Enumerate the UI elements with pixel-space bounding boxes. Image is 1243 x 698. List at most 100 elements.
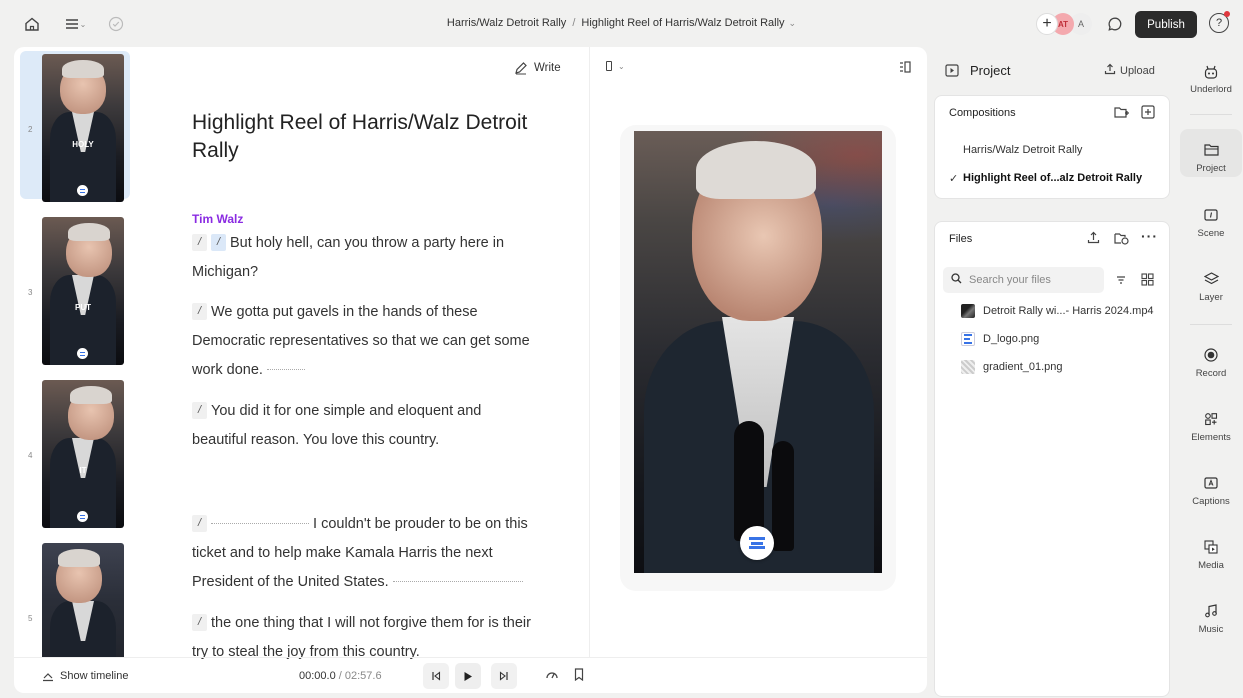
elements-icon	[1180, 412, 1242, 428]
pause-marker	[266, 369, 305, 370]
captions-icon	[1180, 476, 1242, 492]
scene-break-marker[interactable]: /	[192, 515, 207, 532]
scene-break-marker[interactable]: /	[192, 303, 207, 320]
breadcrumb-current[interactable]: Highlight Reel of Harris/Walz Detroit Ra…	[581, 17, 784, 29]
scene-caption: HOLY	[72, 140, 94, 149]
more-options-icon[interactable]: ···	[1141, 228, 1158, 244]
scene-break-marker[interactable]: /	[192, 614, 207, 631]
file-item[interactable]: D_logo.png	[961, 332, 1039, 346]
grid-view-icon[interactable]	[1141, 273, 1154, 286]
robot-icon	[1180, 64, 1242, 80]
scene-thumbnail[interactable]: HOLY	[42, 54, 124, 202]
file-name: D_logo.png	[983, 333, 1040, 345]
show-timeline-button[interactable]: Show timeline	[42, 670, 128, 682]
scene-break-marker[interactable]: /	[192, 402, 207, 419]
rail-divider	[1190, 324, 1232, 325]
chevron-down-icon[interactable]: ⌄	[789, 18, 797, 28]
portrait-icon	[606, 61, 612, 71]
timeline-icon	[43, 673, 53, 682]
compositions-card: Compositions Harris/Walz Detroit Rally ✓…	[934, 95, 1170, 199]
rail-captions[interactable]: Captions	[1180, 476, 1242, 507]
files-card: Files ··· Search your files Detroit Rall…	[934, 221, 1170, 697]
comment-icon[interactable]	[1103, 12, 1127, 36]
script-paragraph[interactable]: / We gotta put gavels in the hands of the…	[192, 298, 537, 385]
write-button[interactable]: Write	[514, 61, 561, 75]
video-preview[interactable]	[634, 131, 882, 573]
upload-button[interactable]: Upload	[1104, 63, 1155, 77]
rail-project[interactable]: Project	[1180, 129, 1242, 177]
scene-break-marker[interactable]: /	[211, 234, 226, 251]
rail-underlord[interactable]: Underlord	[1180, 64, 1242, 95]
paragraph-text: We gotta put gavels in the hands of thes…	[192, 304, 530, 378]
rail-label: Project	[1196, 163, 1226, 174]
add-folder-icon[interactable]	[1114, 231, 1129, 245]
speaker-label[interactable]: Tim Walz	[192, 212, 243, 226]
rail-label: Elements	[1191, 432, 1231, 443]
compositions-title: Compositions	[949, 107, 1016, 119]
folder-icon	[1180, 143, 1242, 159]
rail-media[interactable]: Media	[1180, 540, 1242, 571]
pen-icon	[515, 62, 527, 75]
composition-item-selected[interactable]: Highlight Reel of...alz Detroit Rally	[963, 172, 1142, 184]
project-header: Project Upload	[942, 60, 1170, 82]
speed-icon[interactable]	[545, 668, 559, 683]
rail-scene[interactable]: Scene	[1180, 208, 1242, 239]
scene-caption: PUT	[75, 303, 91, 312]
add-collaborator-icon[interactable]: +	[1036, 13, 1058, 35]
upload-icon[interactable]	[1087, 231, 1100, 244]
layout-toggle-icon[interactable]	[899, 61, 911, 73]
total-time: 02:57.6	[344, 670, 382, 682]
scene-icon	[1180, 208, 1242, 224]
top-bar: ⌄ Harris/Walz Detroit Rally / Highlight Re…	[0, 0, 1243, 48]
scene-item[interactable]: 5	[20, 540, 130, 657]
current-time: 00:00.0	[299, 670, 336, 682]
search-input[interactable]: Search your files	[943, 267, 1104, 293]
rail-record[interactable]: Record	[1180, 348, 1242, 379]
bookmark-icon[interactable]	[574, 668, 584, 684]
upload-icon	[1104, 63, 1116, 75]
scene-item[interactable]: 4 IT	[20, 377, 130, 528]
filter-icon[interactable]	[1116, 275, 1126, 285]
logo-icon	[77, 348, 88, 359]
rail-elements[interactable]: Elements	[1180, 412, 1242, 443]
skip-back-button[interactable]	[423, 663, 449, 689]
logo-icon	[77, 511, 88, 522]
play-button[interactable]	[455, 663, 481, 689]
rail-layer[interactable]: Layer	[1180, 272, 1242, 303]
scene-thumbnail[interactable]: PUT	[42, 217, 124, 365]
composition-item[interactable]: Harris/Walz Detroit Rally	[963, 144, 1082, 156]
editor-panel: 2 HOLY 3 PUT 4 IT 5 Write Highlight Reel…	[14, 47, 927, 693]
file-name: gradient_01.png	[983, 361, 1063, 373]
file-item[interactable]: gradient_01.png	[961, 360, 1063, 374]
rail-label: Layer	[1199, 292, 1223, 303]
rail-music[interactable]: Music	[1180, 604, 1242, 635]
scene-thumbnail[interactable]: IT	[42, 380, 124, 528]
rail-divider	[1190, 114, 1232, 115]
add-composition-icon[interactable]	[1141, 105, 1155, 119]
project-icon	[945, 64, 959, 77]
script-paragraph[interactable]: / You did it for one simple and eloquent …	[192, 397, 537, 455]
publish-button[interactable]: Publish	[1135, 11, 1197, 38]
collaborators[interactable]: + AT A	[1036, 12, 1092, 36]
scene-thumbnail[interactable]	[42, 543, 124, 657]
breadcrumb-parent[interactable]: Harris/Walz Detroit Rally	[447, 17, 566, 29]
new-folder-icon[interactable]	[1114, 105, 1129, 119]
rail-label: Media	[1198, 560, 1224, 571]
scene-item[interactable]: 2 HOLY	[20, 51, 130, 202]
scene-break-marker[interactable]: /	[192, 234, 207, 251]
search-placeholder: Search your files	[969, 274, 1051, 286]
scene-number: 4	[28, 451, 33, 460]
script-paragraph[interactable]: / / But holy hell, can you throw a party h…	[192, 229, 537, 287]
pause-marker	[211, 523, 309, 524]
scene-item[interactable]: 3 PUT	[20, 214, 130, 365]
playback-bar: Show timeline 00:00.0 / 02:57.6	[14, 657, 927, 693]
script-title[interactable]: Highlight Reel of Harris/Walz Detroit Ra…	[192, 109, 552, 165]
aspect-ratio-select[interactable]: ⌄	[606, 61, 625, 71]
skip-forward-button[interactable]	[491, 663, 517, 689]
rail-label: Scene	[1197, 228, 1225, 239]
paragraph-text: But holy hell, can you throw a party her…	[192, 235, 505, 280]
rail-label: Record	[1195, 368, 1227, 379]
script-paragraph[interactable]: / I couldn't be prouder to be on this ti…	[192, 510, 537, 597]
file-item[interactable]: Detroit Rally wi...- Harris 2024.mp4	[961, 304, 1154, 318]
play-icon	[464, 671, 472, 681]
